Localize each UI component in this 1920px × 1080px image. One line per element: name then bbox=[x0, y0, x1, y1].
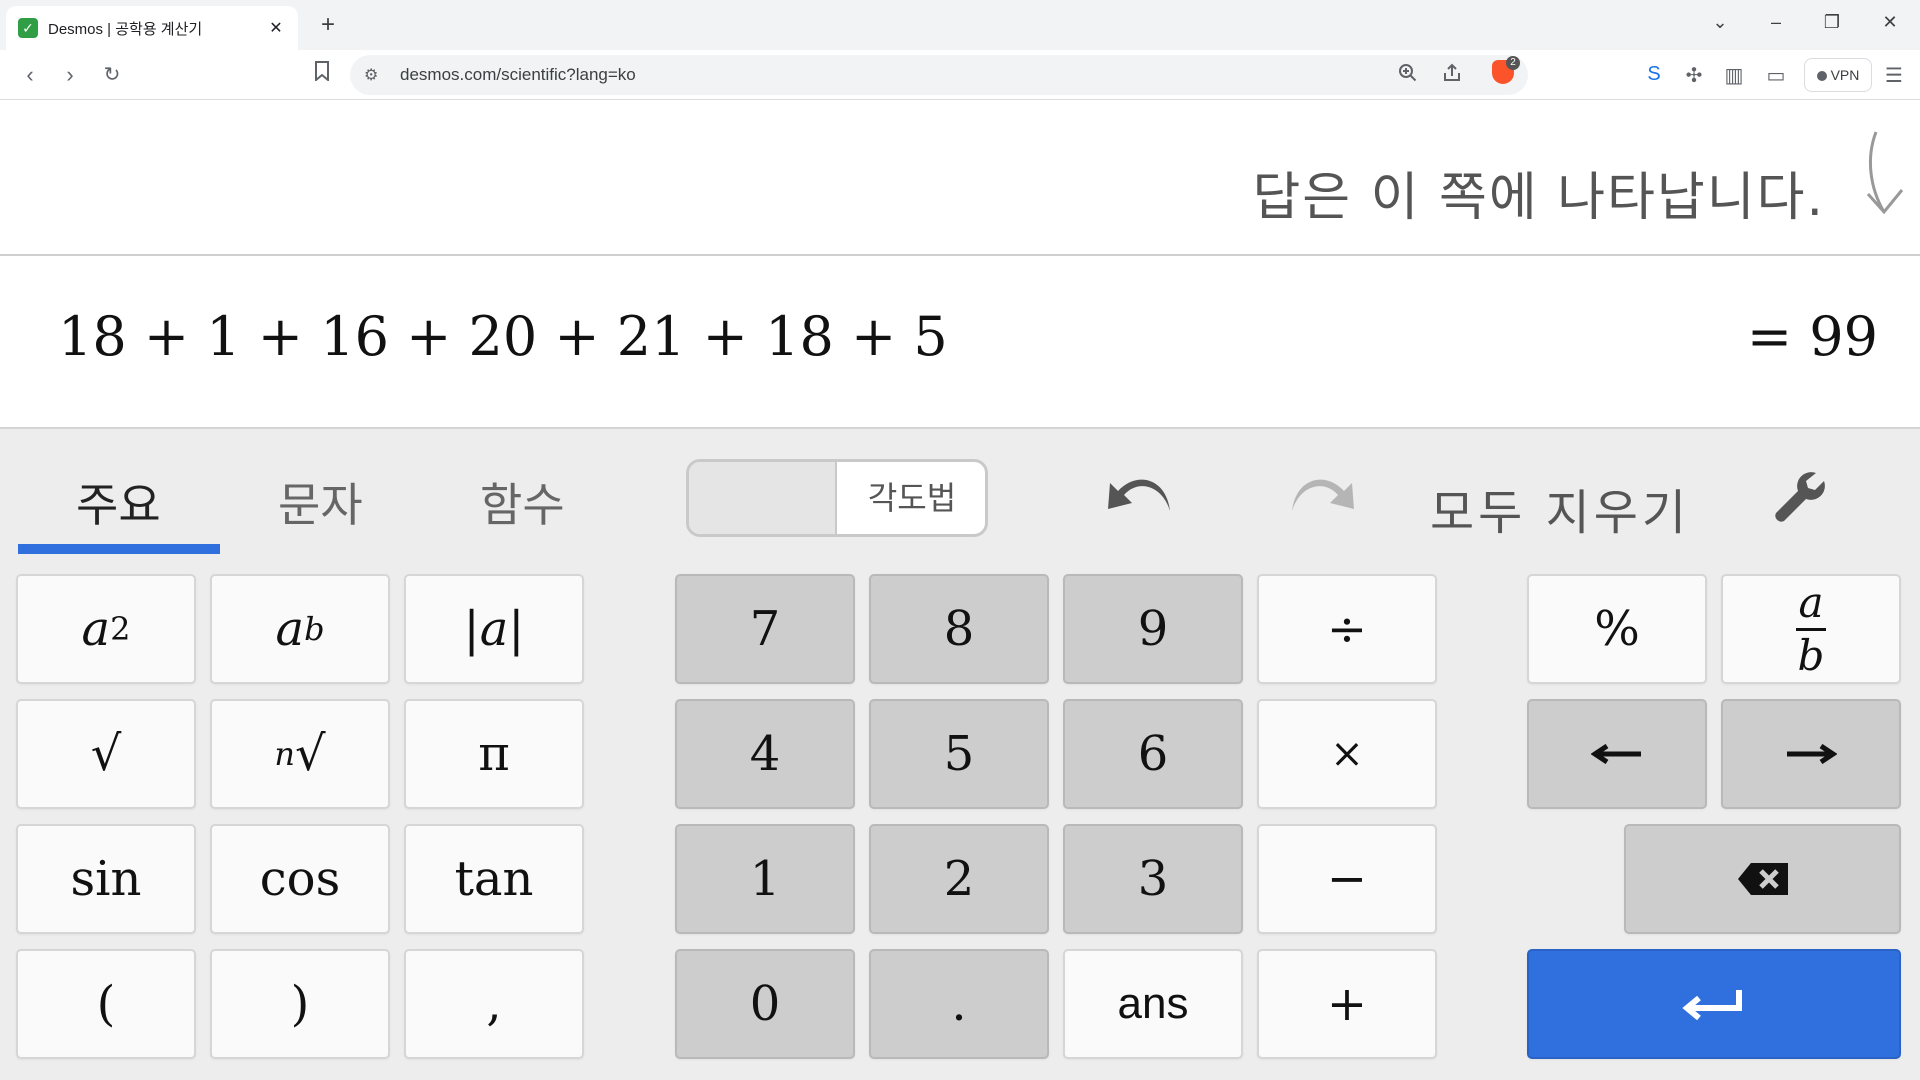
bookmark-icon[interactable] bbox=[306, 59, 338, 91]
nthroot-button[interactable]: n √ bbox=[210, 699, 390, 809]
expression-input[interactable]: 18 + 1 + 16 + 20 + 21 + 18 + 5 bbox=[58, 305, 948, 368]
digit-0-button[interactable]: 0 bbox=[675, 949, 855, 1059]
active-tab-indicator bbox=[18, 544, 220, 554]
clear-all-button[interactable]: 모두 지우기 bbox=[1430, 473, 1690, 543]
redo-icon[interactable] bbox=[1286, 471, 1358, 527]
left-paren-button[interactable]: ( bbox=[16, 949, 196, 1059]
tab-search-chevron-icon[interactable]: ⌄ bbox=[1700, 6, 1740, 38]
tab-main[interactable]: 주요 bbox=[76, 469, 161, 535]
reload-icon[interactable]: ↻ bbox=[96, 59, 128, 91]
new-tab-button[interactable]: + bbox=[314, 11, 342, 39]
wallet-icon[interactable]: ▭ bbox=[1764, 63, 1788, 88]
digit-2-button[interactable]: 2 bbox=[869, 824, 1049, 934]
keypad: 주요 문자 함수 각도법 모두 지우기 a2 ab |a| √ n √ π sin… bbox=[0, 427, 1920, 1080]
degree-option[interactable]: 각도법 bbox=[839, 462, 985, 534]
percent-button[interactable]: % bbox=[1527, 574, 1707, 684]
backspace-button[interactable] bbox=[1624, 824, 1901, 934]
display-divider bbox=[0, 254, 1920, 256]
expression-result: = 99 bbox=[1746, 305, 1878, 368]
right-arrow-icon bbox=[1787, 744, 1837, 764]
digit-7-button[interactable]: 7 bbox=[675, 574, 855, 684]
tan-button[interactable]: tan bbox=[404, 824, 584, 934]
digit-8-button[interactable]: 8 bbox=[869, 574, 1049, 684]
forward-arrow-icon[interactable]: › bbox=[54, 59, 86, 91]
ans-button[interactable]: ans bbox=[1063, 949, 1243, 1059]
undo-icon[interactable] bbox=[1104, 471, 1176, 527]
digit-9-button[interactable]: 9 bbox=[1063, 574, 1243, 684]
cursor-right-button[interactable] bbox=[1721, 699, 1901, 809]
fraction-glyph: a b bbox=[1796, 577, 1826, 680]
power-button[interactable]: ab bbox=[210, 574, 390, 684]
site-settings-icon[interactable]: ⚙ bbox=[364, 65, 378, 85]
backspace-icon bbox=[1737, 863, 1788, 895]
digit-1-button[interactable]: 1 bbox=[675, 824, 855, 934]
enter-return-icon bbox=[1682, 990, 1742, 1021]
cursor-left-button[interactable] bbox=[1527, 699, 1707, 809]
menu-hamburger-icon[interactable]: ☰ bbox=[1882, 63, 1906, 88]
multiply-button[interactable]: × bbox=[1257, 699, 1437, 809]
digit-6-button[interactable]: 6 bbox=[1063, 699, 1243, 809]
browser-tab[interactable]: ✓ Desmos | 공학용 계산기 ✕ bbox=[6, 6, 298, 50]
fraction-button[interactable]: a b bbox=[1721, 574, 1901, 684]
close-tab-icon[interactable]: ✕ bbox=[266, 18, 286, 38]
browser-tab-strip: ✓ Desmos | 공학용 계산기 ✕ + ⌄ – ❐ ✕ bbox=[0, 0, 1920, 50]
divide-button[interactable]: ÷ bbox=[1257, 574, 1437, 684]
brave-shields-badge: 2 bbox=[1506, 56, 1520, 70]
close-window-button[interactable]: ✕ bbox=[1870, 6, 1910, 38]
pi-button[interactable]: π bbox=[404, 699, 584, 809]
enter-button[interactable] bbox=[1527, 949, 1901, 1059]
vpn-button[interactable]: VPN bbox=[1804, 58, 1872, 92]
tab-letters[interactable]: 문자 bbox=[278, 469, 363, 535]
radian-option[interactable] bbox=[689, 462, 837, 534]
s-extension-icon[interactable]: S bbox=[1642, 63, 1666, 86]
digit-3-button[interactable]: 3 bbox=[1063, 824, 1243, 934]
minimize-window-button[interactable]: – bbox=[1756, 6, 1796, 38]
digit-4-button[interactable]: 4 bbox=[675, 699, 855, 809]
sqrt-button[interactable]: √ bbox=[16, 699, 196, 809]
angle-mode-toggle[interactable]: 각도법 bbox=[686, 459, 988, 537]
cos-button[interactable]: cos bbox=[210, 824, 390, 934]
address-bar[interactable]: ⚙ desmos.com/scientific?lang=ko bbox=[350, 55, 1528, 95]
answer-hint-text: 답은 이 쪽에 나타납니다. bbox=[1252, 168, 1825, 228]
down-arrow-icon bbox=[1866, 131, 1904, 215]
digit-5-button[interactable]: 5 bbox=[869, 699, 1049, 809]
sin-button[interactable]: sin bbox=[16, 824, 196, 934]
plus-button[interactable]: + bbox=[1257, 949, 1437, 1059]
left-arrow-icon bbox=[1591, 744, 1641, 764]
tab-title: Desmos | 공학용 계산기 bbox=[48, 20, 203, 38]
right-paren-button[interactable]: ) bbox=[210, 949, 390, 1059]
share-icon[interactable] bbox=[1442, 63, 1462, 88]
browser-toolbar: ‹ › ↻ ⚙ desmos.com/scientific?lang=ko 2 … bbox=[0, 50, 1920, 100]
maximize-window-button[interactable]: ❐ bbox=[1812, 6, 1852, 38]
zoom-icon[interactable] bbox=[1398, 63, 1418, 88]
tab-functions[interactable]: 함수 bbox=[480, 469, 565, 535]
puzzle-extensions-icon[interactable]: ✣ bbox=[1682, 63, 1706, 88]
decimal-point-button[interactable]: . bbox=[869, 949, 1049, 1059]
minus-button[interactable]: − bbox=[1257, 824, 1437, 934]
abs-button[interactable]: |a| bbox=[404, 574, 584, 684]
vpn-status-icon bbox=[1816, 71, 1827, 81]
comma-button[interactable]: , bbox=[404, 949, 584, 1059]
back-arrow-icon[interactable]: ‹ bbox=[14, 59, 46, 91]
square-button[interactable]: a2 bbox=[16, 574, 196, 684]
sidebar-toggle-icon[interactable]: ▥ bbox=[1722, 63, 1746, 88]
desmos-favicon-icon: ✓ bbox=[18, 18, 38, 38]
settings-wrench-icon[interactable] bbox=[1772, 469, 1828, 527]
url-text: desmos.com/scientific?lang=ko bbox=[400, 65, 636, 84]
